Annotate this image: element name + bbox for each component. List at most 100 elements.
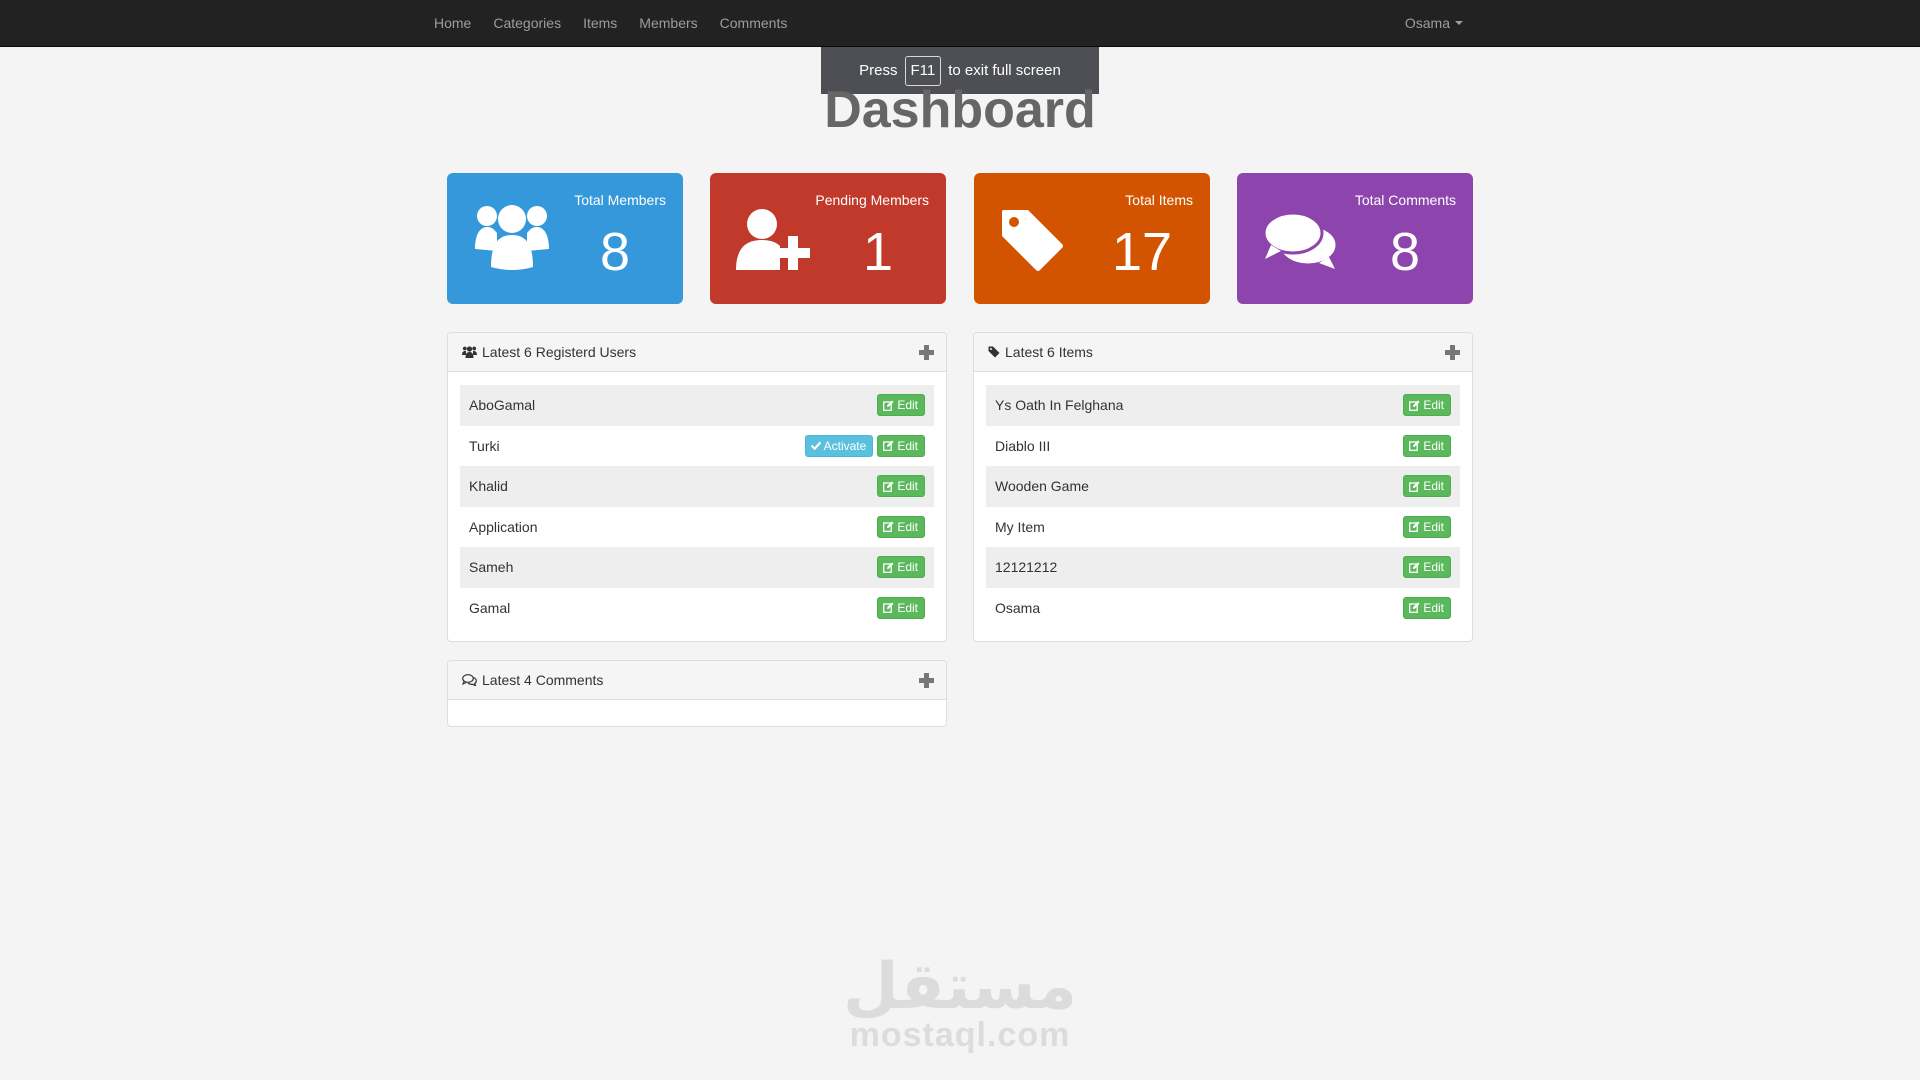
tag-icon: [988, 346, 1000, 358]
edit-button[interactable]: Edit: [877, 434, 925, 457]
edit-label: Edit: [1423, 560, 1444, 574]
nav-comments[interactable]: Comments: [720, 15, 788, 31]
stat-value: 17: [1111, 222, 1173, 282]
edit-button[interactable]: Edit: [877, 475, 925, 497]
toggle-plus-icon[interactable]: [1445, 345, 1460, 360]
stat-label: Total Items: [1125, 192, 1193, 208]
stat-total-comments[interactable]: Total Comments 8: [1237, 173, 1473, 304]
stat-total-members[interactable]: Total Members 8: [447, 173, 683, 304]
nav-home[interactable]: Home: [434, 15, 471, 31]
list-item: Application Edit: [460, 507, 934, 548]
users-icon: [462, 346, 477, 358]
panel-heading: Latest 6 Registerd Users: [448, 333, 946, 372]
user-name: Turki: [469, 437, 500, 454]
latest-items-panel: Latest 6 Items Ys Oath In Felghana Edit …: [973, 332, 1473, 642]
user-name: Gamal: [469, 599, 511, 616]
edit-icon: [1409, 521, 1420, 532]
edit-button[interactable]: Edit: [1403, 596, 1451, 619]
edit-label: Edit: [1423, 600, 1444, 615]
panel-title: Latest 4 Comments: [482, 672, 604, 688]
toggle-plus-icon[interactable]: [919, 673, 934, 688]
edit-button[interactable]: Edit: [1403, 394, 1451, 416]
list-item: AboGamal Edit: [460, 385, 934, 426]
edit-button[interactable]: Edit: [1403, 515, 1451, 538]
edit-icon: [1409, 562, 1420, 573]
edit-label: Edit: [1423, 519, 1444, 534]
latest-comments-panel: Latest 4 Comments: [447, 660, 947, 727]
edit-label: Edit: [897, 398, 918, 412]
edit-label: Edit: [897, 479, 918, 493]
watermark: مستقل mostaql.com: [0, 955, 1920, 1055]
item-name: Ys Oath In Felghana: [995, 397, 1124, 414]
user-name: Application: [469, 518, 538, 535]
list-item: Wooden Game Edit: [986, 466, 1460, 507]
item-name: Osama: [995, 599, 1041, 616]
panel-title: Latest 6 Registerd Users: [482, 344, 637, 360]
check-icon: [810, 441, 821, 450]
panel-heading: Latest 4 Comments: [448, 661, 946, 700]
stat-label: Total Comments: [1354, 192, 1456, 208]
edit-icon: [883, 440, 894, 451]
list-item: Osama Edit: [986, 588, 1460, 629]
stat-total-items[interactable]: Total Items 17: [974, 173, 1210, 304]
list-item: Gamal Edit: [460, 588, 934, 629]
edit-label: Edit: [1423, 398, 1444, 412]
user-name: AboGamal: [469, 397, 536, 414]
edit-icon: [1409, 440, 1420, 451]
user-dropdown[interactable]: Osama: [1405, 15, 1463, 31]
top-navbar: Home Categories Items Members Comments O…: [0, 0, 1920, 47]
edit-label: Edit: [897, 519, 918, 534]
caret-down-icon: [1455, 21, 1463, 25]
edit-icon: [883, 521, 894, 532]
panel-title: Latest 6 Items: [1005, 344, 1093, 360]
list-item: Sameh Edit: [460, 547, 934, 588]
users-icon: [475, 205, 549, 270]
toggle-plus-icon[interactable]: [919, 345, 934, 360]
edit-button[interactable]: Edit: [877, 515, 925, 538]
edit-label: Edit: [897, 560, 918, 574]
nav-items[interactable]: Items: [583, 15, 617, 31]
list-item: 12121212 Edit: [986, 547, 1460, 588]
watermark-latin: mostaql.com: [849, 1016, 1071, 1054]
edit-label: Edit: [897, 600, 918, 615]
user-name: Khalid: [469, 478, 508, 495]
edit-icon: [1409, 481, 1420, 492]
latest-users-panel: Latest 6 Registerd Users AboGamal Edit T…: [447, 332, 947, 642]
nav-links: Home Categories Items Members Comments: [434, 0, 809, 46]
stat-label: Pending Members: [815, 192, 929, 208]
list-item: Diablo III Edit: [986, 426, 1460, 467]
edit-button[interactable]: Edit: [877, 556, 925, 578]
comments-icon: [462, 674, 477, 686]
nav-members[interactable]: Members: [639, 15, 697, 31]
user-name: Sameh: [469, 559, 514, 576]
edit-button[interactable]: Edit: [877, 394, 925, 416]
edit-icon: [883, 481, 894, 492]
item-name: Wooden Game: [995, 478, 1089, 495]
nav-categories[interactable]: Categories: [493, 15, 561, 31]
stat-value: 1: [862, 222, 894, 282]
list-item: Khalid Edit: [460, 466, 934, 507]
edit-icon: [1409, 400, 1420, 411]
item-name: My Item: [995, 518, 1045, 535]
edit-icon: [883, 602, 894, 613]
stat-label: Total Members: [574, 192, 666, 208]
edit-label: Edit: [897, 438, 918, 453]
activate-label: Activate: [823, 438, 867, 453]
fullscreen-notice-suffix: to exit full screen: [948, 62, 1061, 79]
edit-button[interactable]: Edit: [1403, 475, 1451, 497]
edit-button[interactable]: Edit: [877, 596, 925, 619]
stat-pending-members[interactable]: Pending Members 1: [710, 173, 946, 304]
users-list: AboGamal Edit Turki Activate Edit Khalid…: [460, 385, 934, 628]
item-name: 12121212: [995, 559, 1058, 576]
list-item: My Item Edit: [986, 507, 1460, 548]
activate-button[interactable]: Activate: [804, 434, 874, 457]
comments-icon: [1263, 211, 1339, 269]
edit-button[interactable]: Edit: [1403, 434, 1451, 457]
edit-button[interactable]: Edit: [1403, 556, 1451, 578]
edit-icon: [1409, 602, 1420, 613]
tag-icon: [1002, 210, 1063, 271]
item-name: Diablo III: [995, 437, 1051, 454]
fullscreen-notice-prefix: Press: [859, 62, 898, 79]
panel-heading: Latest 6 Items: [974, 333, 1472, 372]
stat-value: 8: [1389, 222, 1421, 282]
